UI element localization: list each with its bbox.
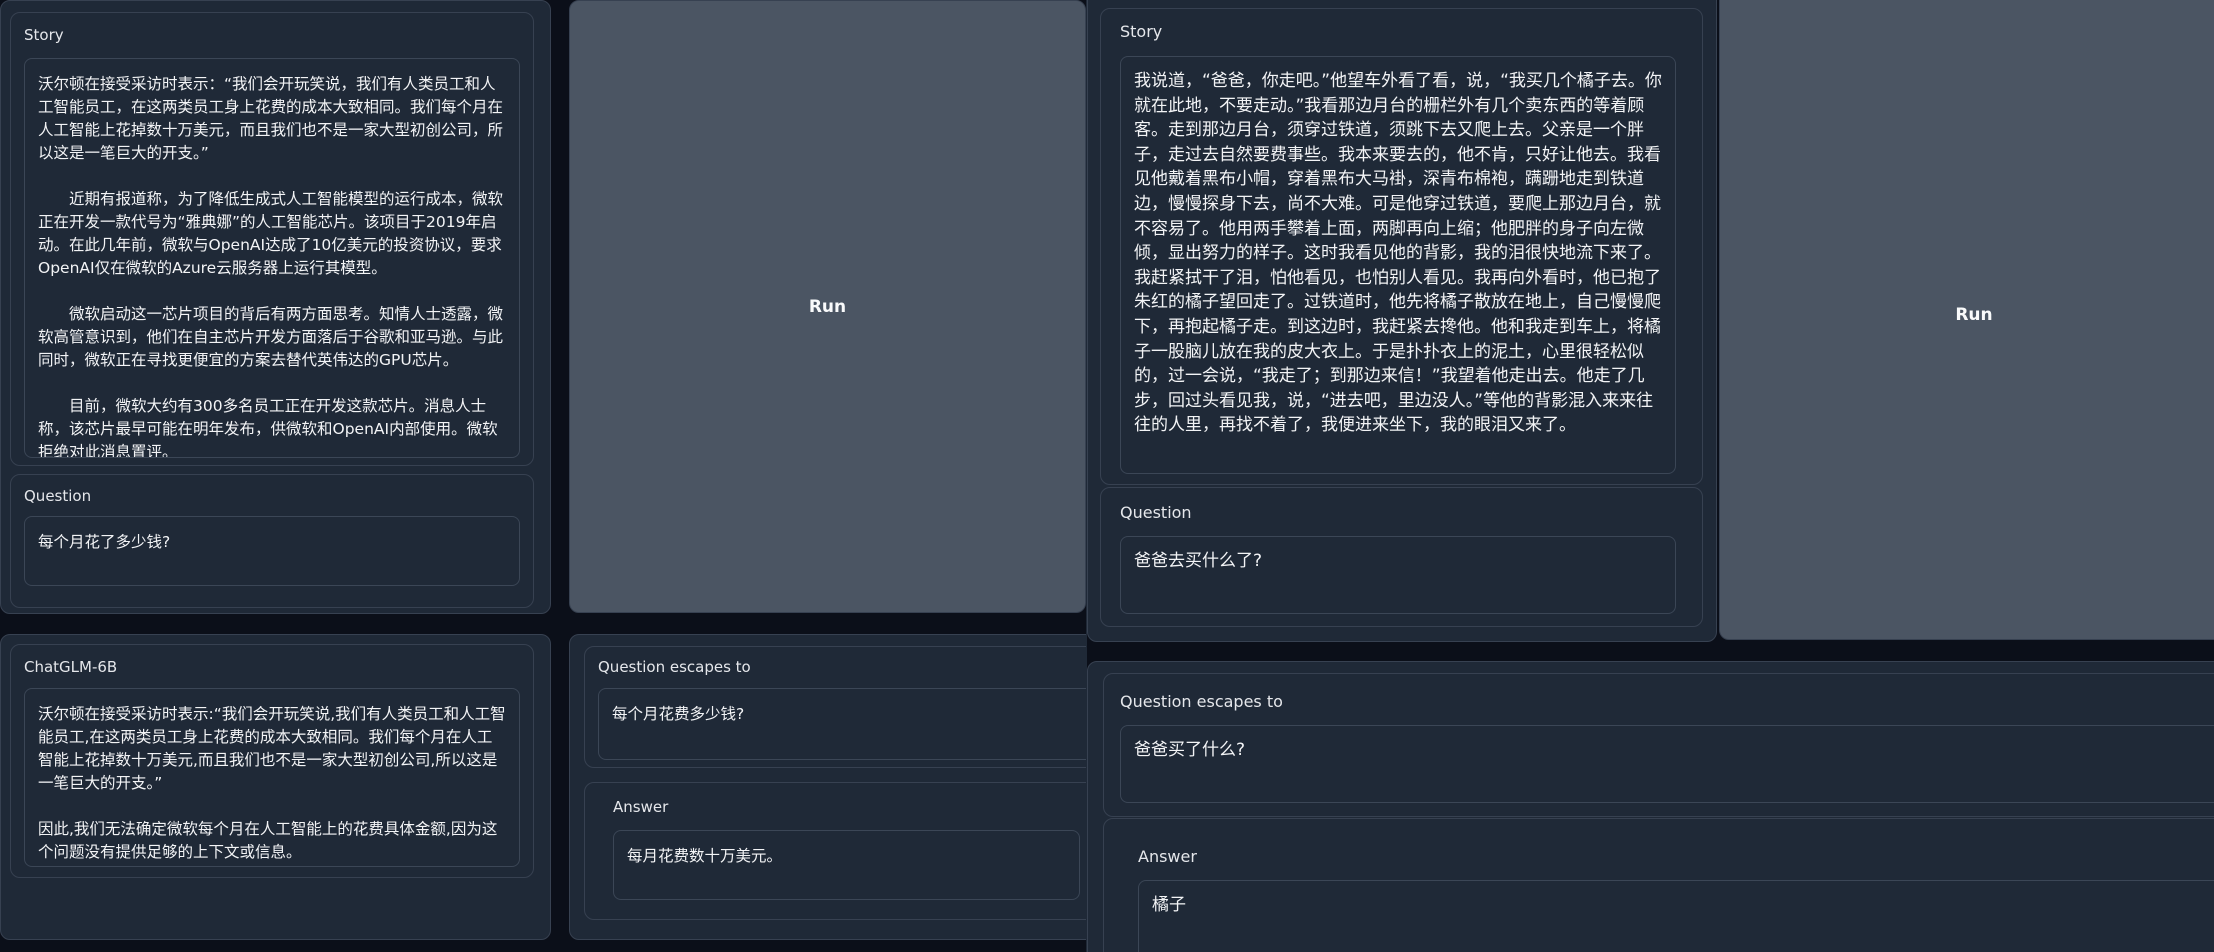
answer-label: Answer [613, 798, 669, 816]
question-input[interactable]: 每个月花了多少钱? [24, 516, 520, 586]
right-demo-panel: Story 我说道，“爸爸，你走吧。”他望车外看了看，说，“我买几个橘子去。你就… [1086, 0, 2214, 952]
escape-label: Question escapes to [598, 658, 751, 676]
run-button[interactable]: Run [569, 0, 1086, 613]
chatglm-label: ChatGLM-6B [24, 658, 118, 676]
chatglm-paragraph: 沃尔顿在接受采访时表示:“我们会开玩笑说,我们有人类员工和人工智能员工,在这两类… [38, 705, 506, 792]
question-label-right: Question [1120, 503, 1192, 522]
question-input-right[interactable]: 爸爸去买什么了? [1120, 536, 1676, 614]
story-paragraph: 微软启动这一芯片项目的背后有两方面思考。知情人士透露，微软高管意识到，他们在自主… [38, 305, 504, 369]
chatglm-paragraph: 因此,我们无法确定微软每个月在人工智能上的花费具体金额,因为这个问题没有提供足够… [38, 820, 498, 861]
run-button-right[interactable]: Run [1719, 0, 2214, 640]
story-textarea[interactable]: 沃尔顿在接受采访时表示：“我们会开玩笑说，我们有人类员工和人工智能员工，在这两类… [24, 58, 520, 458]
answer-label-right: Answer [1138, 847, 1197, 866]
story-paragraph: 目前，微软大约有300多名员工正在开发这款芯片。消息人士称，该芯片最早可能在明年… [38, 397, 498, 458]
story-label-right: Story [1120, 22, 1163, 41]
story-text-right: 我说道，“爸爸，你走吧。”他望车外看了看，说，“我买几个橘子去。你就在此地，不要… [1134, 71, 1662, 436]
question-label: Question [24, 487, 92, 505]
answer-output-right[interactable]: 橘子 [1138, 880, 2214, 952]
left-demo-panel: Story 沃尔顿在接受采访时表示：“我们会开玩笑说，我们有人类员工和人工智能员… [0, 0, 1086, 952]
story-textarea-right[interactable]: 我说道，“爸爸，你走吧。”他望车外看了看，说，“我买几个橘子去。你就在此地，不要… [1120, 56, 1676, 474]
chatglm-output[interactable]: 沃尔顿在接受采访时表示:“我们会开玩笑说,我们有人类员工和人工智能员工,在这两类… [24, 688, 520, 867]
question-value-right: 爸爸去买什么了? [1134, 551, 1263, 571]
escape-output-right[interactable]: 爸爸买了什么? [1120, 725, 2214, 803]
story-label: Story [24, 26, 64, 44]
escape-value-right: 爸爸买了什么? [1134, 740, 1246, 760]
answer-value-right: 橘子 [1152, 895, 1186, 915]
story-paragraph: 沃尔顿在接受采访时表示：“我们会开玩笑说，我们有人类员工和人工智能员工，在这两类… [38, 75, 504, 162]
story-paragraph: 近期有报道称，为了降低生成式人工智能模型的运行成本，微软正在开发一款代号为“雅典… [38, 190, 504, 277]
escape-output[interactable]: 每个月花费多少钱? [598, 688, 1086, 760]
answer-output[interactable]: 每月花费数十万美元。 [613, 830, 1080, 900]
escape-label-right: Question escapes to [1120, 692, 1283, 711]
answer-value: 每月花费数十万美元。 [627, 847, 783, 865]
screenshot-stage: Story 沃尔顿在接受采访时表示：“我们会开玩笑说，我们有人类员工和人工智能员… [0, 0, 2214, 952]
escape-value: 每个月花费多少钱? [612, 705, 745, 723]
question-value: 每个月花了多少钱? [38, 533, 171, 551]
